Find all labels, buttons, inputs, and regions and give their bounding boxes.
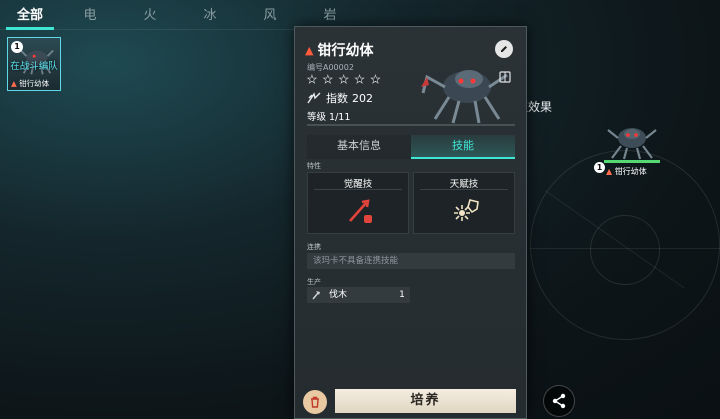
release-button[interactable] xyxy=(303,390,327,414)
decor-ring-small xyxy=(590,215,660,285)
production-item: 伐木 xyxy=(329,290,348,300)
fire-icon: ▲ xyxy=(606,167,613,176)
combo-label: 连携 xyxy=(307,243,321,251)
tab-electric[interactable]: 电 xyxy=(60,0,120,30)
star-rating: ★ ★ ★ ★ ★ xyxy=(307,73,381,87)
index-label: 指数 xyxy=(326,92,348,105)
tab-ice[interactable]: 冰 xyxy=(180,0,240,30)
level-label: 等级 xyxy=(307,112,327,123)
star-icon: ★ xyxy=(338,73,349,87)
tab-basic-info[interactable]: 基本信息 xyxy=(307,135,411,159)
team-member-name: ▲ 钳行幼体 xyxy=(606,166,647,177)
creature-name: 钳行幼体 xyxy=(317,43,374,59)
team-creature-image xyxy=(607,128,657,160)
creature-portrait xyxy=(421,70,508,124)
tab-skills[interactable]: 技能 xyxy=(411,135,515,159)
serial-number: 编号A00002 xyxy=(307,63,354,72)
awaken-skill-card[interactable]: 觉醒技 xyxy=(307,172,409,234)
combo-skill-text: 该玛卡不具备连携技能 xyxy=(307,253,515,269)
awaken-skill-title: 觉醒技 xyxy=(314,173,402,190)
trash-icon xyxy=(311,396,319,408)
team-member-name-text: 钳行幼体 xyxy=(614,167,647,176)
level-value: 1/11 xyxy=(329,112,351,123)
awaken-skill-icon xyxy=(349,199,372,223)
roster-card-name: ▲ 钳行幼体 xyxy=(8,78,60,89)
team-member-slot[interactable]: 1 ▲ 钳行幼体 xyxy=(594,122,668,182)
production-row: 伐木 1 xyxy=(307,287,410,303)
tab-wind[interactable]: 风 xyxy=(240,0,300,30)
creature-detail-panel: ▲ 钳行幼体 编号A00002 ★ ★ ★ ★ ★ 指数 202 等级 1/11… xyxy=(294,26,527,419)
index-value: 202 xyxy=(352,91,373,105)
header-divider xyxy=(307,124,515,126)
index-icon xyxy=(307,92,321,104)
index-row: 指数 202 xyxy=(306,90,373,106)
talent-skill-icon xyxy=(454,199,479,221)
axe-icon xyxy=(311,290,325,300)
in-team-status: 在战斗编队 xyxy=(10,61,58,72)
production-value: 1 xyxy=(399,290,405,300)
train-button[interactable]: 培养 xyxy=(335,389,516,413)
share-icon xyxy=(552,393,566,409)
fire-icon: ▲ xyxy=(11,79,17,88)
star-icon: ★ xyxy=(370,73,381,87)
talent-skill-title: 天赋技 xyxy=(420,173,508,190)
tab-all[interactable]: 全部 xyxy=(0,0,60,30)
health-bar xyxy=(604,160,660,163)
creature-title: ▲ 钳行幼体 xyxy=(305,40,373,60)
tab-fire[interactable]: 火 xyxy=(120,0,180,30)
star-icon: ★ xyxy=(322,73,333,87)
roster-card-name-text: 钳行幼体 xyxy=(19,79,50,88)
book-icon[interactable] xyxy=(499,71,511,83)
slot-number-badge: 1 xyxy=(11,41,23,53)
roster-card[interactable]: 1 在战斗编队 ▲ 钳行幼体 xyxy=(7,37,61,91)
share-button[interactable] xyxy=(543,385,575,417)
production-label: 生产 xyxy=(307,278,321,286)
talent-skill-card[interactable]: 天赋技 xyxy=(413,172,515,234)
detail-subtabs: 基本信息 技能 xyxy=(307,135,515,159)
edit-name-button[interactable] xyxy=(495,40,513,58)
star-icon: ★ xyxy=(354,73,365,87)
level-row: 等级 1/11 xyxy=(307,109,350,123)
member-number-badge: 1 xyxy=(594,162,605,173)
decor-line xyxy=(530,248,720,249)
edit-icon xyxy=(501,46,507,52)
fire-element-icon: ▲ xyxy=(305,43,314,57)
traits-label: 特性 xyxy=(307,162,321,170)
star-icon: ★ xyxy=(307,73,317,87)
